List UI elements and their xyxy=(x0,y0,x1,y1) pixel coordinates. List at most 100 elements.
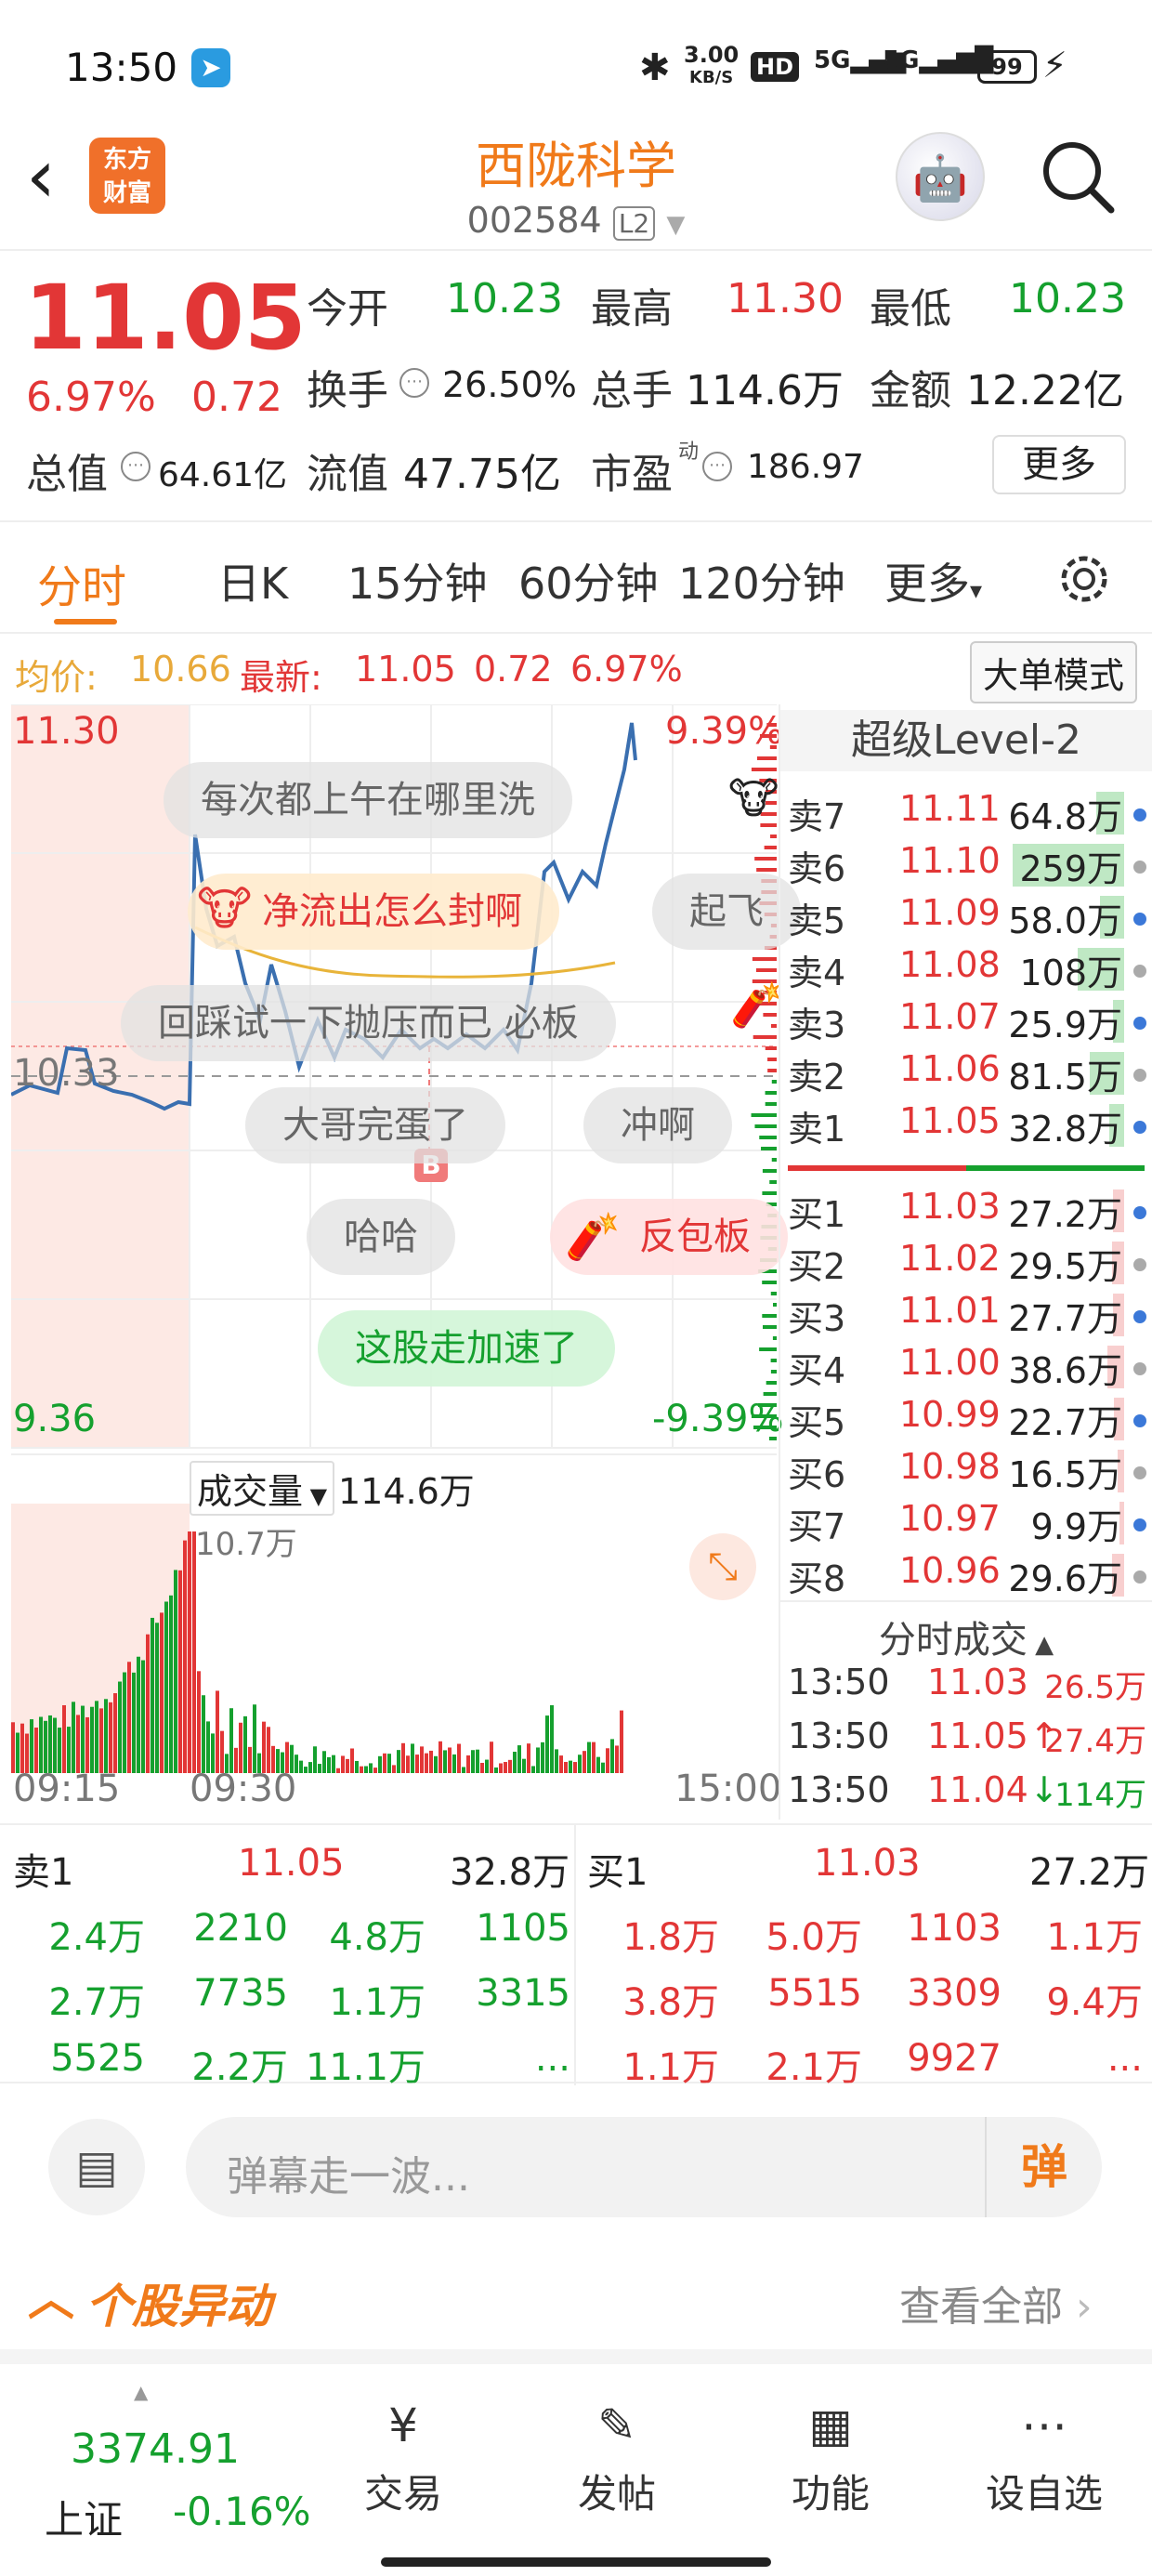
stock-code: 002584 xyxy=(466,200,602,241)
volume-total: 114.6万 xyxy=(338,1471,475,1512)
big-order-mode-button[interactable]: 大单模式 xyxy=(970,641,1138,703)
volume-bar xyxy=(615,1745,619,1773)
tab-more[interactable]: 更多▾ xyxy=(884,550,982,611)
nav-watchlist[interactable]: ⋯ 设自选 xyxy=(970,2396,1119,2519)
volume-bar xyxy=(253,1704,256,1773)
danmaku-send-label: 弹 xyxy=(1021,2140,1067,2194)
expand-icon[interactable]: ⤡ xyxy=(689,1533,756,1600)
ask-row[interactable]: 卖5 11.09 58.0万 xyxy=(788,892,1150,944)
volume-bar xyxy=(513,1752,517,1773)
volume-bar xyxy=(415,1755,419,1773)
settings-gear-icon[interactable] xyxy=(1055,550,1113,608)
bid-row[interactable]: 买2 11.02 29.5万 xyxy=(788,1238,1150,1290)
order-tick xyxy=(759,1136,777,1139)
bid-row[interactable]: 买1 11.03 27.2万 xyxy=(788,1186,1150,1238)
volume-bar xyxy=(44,1720,47,1773)
stock-title[interactable]: 西陇科学 002584 L2 ▼ xyxy=(390,125,762,241)
volume-selector[interactable]: 成交量 ▼ xyxy=(190,1461,335,1516)
bid-row[interactable]: 买4 11.00 38.6万 xyxy=(788,1342,1150,1394)
bid-row[interactable]: 买8 10.96 29.6万 xyxy=(788,1550,1150,1602)
danmaku-send-button[interactable]: 弹 xyxy=(985,2117,1102,2217)
float-value: 47.75亿 xyxy=(403,451,561,498)
volume-bar xyxy=(383,1753,386,1773)
eastmoney-logo[interactable]: 东方 财富 xyxy=(89,138,165,214)
ask-row[interactable]: 卖3 11.07 25.9万 xyxy=(788,996,1150,1048)
tick-row: 13:50 11.03 26.5万 xyxy=(788,1662,1150,1714)
danmaku-settings-icon[interactable]: ▤ xyxy=(48,2119,145,2215)
indicator-dot xyxy=(1133,1258,1146,1271)
volume-bar xyxy=(401,1742,405,1773)
volume-bar xyxy=(508,1759,512,1773)
tab-60min[interactable]: 60分钟 xyxy=(518,550,659,611)
robot-assistant-icon[interactable]: 🤖 xyxy=(896,132,985,221)
info-icon[interactable]: ⋯ xyxy=(121,452,151,481)
bid-price: 11.03 xyxy=(899,1186,1001,1227)
volume-bar xyxy=(452,1754,456,1773)
volume-bar xyxy=(53,1717,57,1773)
volume-bar xyxy=(373,1768,377,1773)
volume-bar xyxy=(443,1750,447,1773)
sell-cell: 3315 xyxy=(476,1972,570,2015)
ask-label: 卖7 xyxy=(788,796,846,837)
home-indicator xyxy=(381,2557,771,2567)
net-speed-unit: KB/S xyxy=(689,68,734,87)
pe-info-icon[interactable]: ⋯ xyxy=(702,452,732,481)
bid-row[interactable]: 买5 10.99 22.7万 xyxy=(788,1394,1150,1446)
nav-function[interactable]: ▦ 功能 xyxy=(756,2396,905,2519)
comment-input[interactable]: 弹幕走一波... 弹 xyxy=(186,2117,1102,2217)
stock-name: 西陇科学 xyxy=(476,137,676,195)
ask-row[interactable]: 卖4 11.08 108万 xyxy=(788,944,1150,996)
tab-daily-k[interactable]: 日K xyxy=(217,550,288,611)
bid-row[interactable]: 买3 11.01 27.7万 xyxy=(788,1290,1150,1342)
volume-bar xyxy=(151,1617,154,1773)
y-axis-mid: 10.33 xyxy=(13,1052,120,1095)
tab-15min[interactable]: 15分钟 xyxy=(347,550,488,611)
ticks-header[interactable]: 分时成交 ▲ xyxy=(780,1600,1152,1663)
index-widget[interactable]: ▲ 3374.91 上证 -0.16% xyxy=(37,2381,316,2544)
ask-label: 卖4 xyxy=(788,953,846,993)
logo-text-2: 财富 xyxy=(102,179,151,207)
volume-bar xyxy=(164,1601,168,1773)
tab-intraday[interactable]: 分时 xyxy=(37,550,126,615)
queue-divider xyxy=(574,1825,576,2085)
volume-bar xyxy=(457,1743,461,1773)
latest-label: 最新: xyxy=(240,657,322,698)
search-icon[interactable] xyxy=(1039,138,1117,216)
chevron-up-icon[interactable]: ︿ xyxy=(28,2262,74,2329)
edit-icon: ✎ xyxy=(597,2399,636,2452)
nav-post[interactable]: ✎ 发帖 xyxy=(543,2396,691,2519)
tick-time: 13:50 xyxy=(788,1715,890,1756)
volume-max-label: 10.7万 xyxy=(195,1526,297,1563)
bid-price: 11.00 xyxy=(899,1342,1001,1383)
volume-bar xyxy=(448,1747,452,1773)
latest-change: 0.72 xyxy=(474,649,553,690)
view-all-link[interactable]: 查看全部 › xyxy=(899,2273,1093,2333)
comment-bar: ▤ 弹幕走一波... 弹 xyxy=(0,2085,1152,2243)
trade-icon: ¥ xyxy=(388,2399,418,2452)
tab-120min[interactable]: 120分钟 xyxy=(678,550,845,611)
sell-cell: 1105 xyxy=(476,1907,570,1950)
time-open: 09:30 xyxy=(190,1768,297,1810)
ask-row[interactable]: 卖2 11.06 81.5万 xyxy=(788,1048,1150,1100)
volume-bar xyxy=(610,1739,614,1773)
volume-bar xyxy=(531,1766,535,1773)
ask-row[interactable]: 卖1 11.05 32.8万 xyxy=(788,1100,1150,1152)
bid-row[interactable]: 买6 10.98 16.5万 xyxy=(788,1446,1150,1498)
volume-bar xyxy=(169,1595,173,1773)
ask-row[interactable]: 卖7 11.11 64.8万 xyxy=(788,788,1150,840)
ask-row[interactable]: 卖6 11.10 259万 xyxy=(788,840,1150,892)
volume-bar xyxy=(62,1704,66,1773)
orderbook-title[interactable]: 超级Level-2 xyxy=(780,710,1152,771)
nav-trade[interactable]: ¥ 交易 xyxy=(329,2396,478,2519)
intraday-chart[interactable]: 11.30 10.33 9.36 9.39% -9.39% B 每次都上午在哪里… xyxy=(10,703,801,1820)
bid-row[interactable]: 买7 10.97 9.9万 xyxy=(788,1498,1150,1550)
order-tick xyxy=(767,1058,777,1061)
buy-cell: 1.1万 xyxy=(1046,1916,1143,1959)
more-button[interactable]: 更多 xyxy=(992,435,1126,494)
order-tick xyxy=(753,1035,777,1039)
back-button[interactable]: ‹ xyxy=(26,139,56,214)
turnover-info-icon[interactable]: ⋯ xyxy=(399,368,429,398)
telegram-icon: ➤ xyxy=(191,48,230,87)
order-tick xyxy=(755,968,777,972)
order-tick xyxy=(765,1046,777,1050)
